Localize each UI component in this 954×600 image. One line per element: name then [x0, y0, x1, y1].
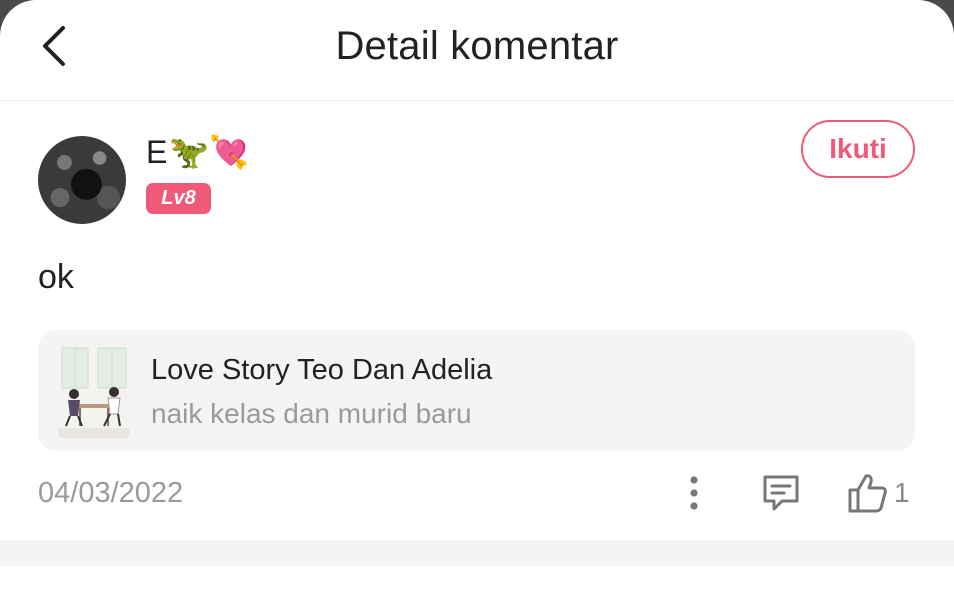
- like-button[interactable]: 1: [846, 470, 910, 516]
- follow-button[interactable]: Ikuti: [801, 120, 915, 178]
- comment-detail-sheet: Detail komentar E 🦖💘 Lv8 Ikuti ok Love S…: [0, 0, 954, 600]
- username-emojis: 🦖💘: [169, 134, 250, 170]
- page-title: Detail komentar: [335, 24, 619, 68]
- comment-icon: [763, 475, 799, 511]
- username[interactable]: E 🦖💘: [146, 130, 249, 174]
- more-options-button[interactable]: [680, 472, 708, 514]
- section-divider: [0, 540, 954, 566]
- comment-date: 04/03/2022: [38, 477, 184, 509]
- more-vertical-icon: [690, 476, 698, 510]
- story-title: Love Story Teo Dan Adelia: [151, 354, 493, 386]
- header-bar: Detail komentar: [0, 0, 954, 101]
- story-card[interactable]: Love Story Teo Dan Adelia naik kelas dan…: [38, 330, 915, 451]
- story-subtitle: naik kelas dan murid baru: [151, 398, 472, 429]
- level-badge: Lv8: [146, 183, 211, 214]
- comment-text: ok: [38, 258, 74, 296]
- username-text: E: [146, 133, 168, 170]
- thumbs-up-icon: [848, 474, 887, 513]
- story-cover-image: [58, 342, 130, 438]
- like-count: 1: [894, 477, 910, 508]
- avatar[interactable]: [38, 136, 126, 224]
- reply-button[interactable]: [760, 472, 802, 514]
